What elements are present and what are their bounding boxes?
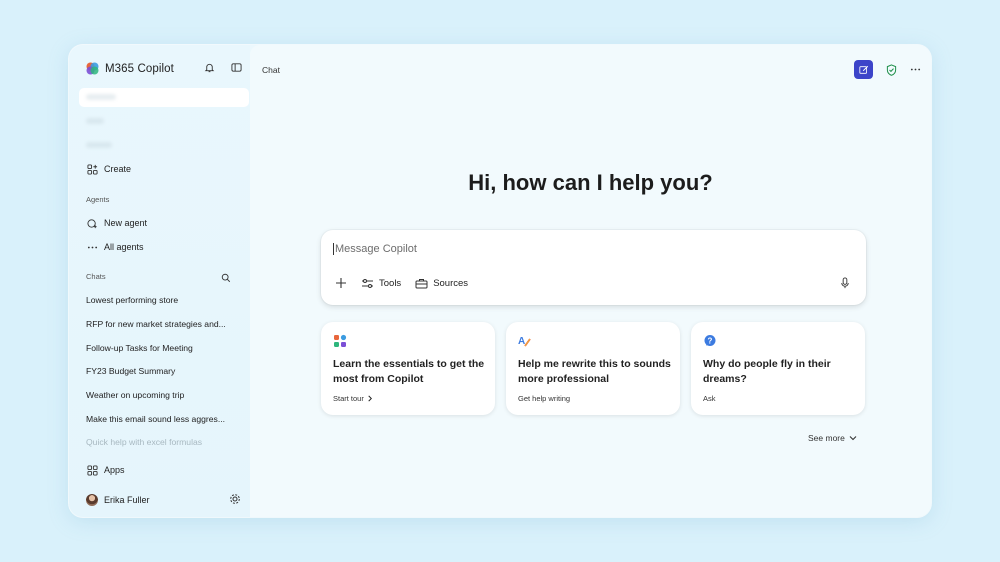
avatar xyxy=(86,494,98,506)
agents-section-label: Agents xyxy=(86,195,110,204)
chat-history-item[interactable]: Make this email sound less aggres... xyxy=(86,414,225,424)
chat-history-item[interactable]: FY23 Budget Summary xyxy=(86,366,175,376)
blurred-item xyxy=(86,118,104,124)
greeting-heading: Hi, how can I help you? xyxy=(468,170,713,195)
chats-section-label: Chats xyxy=(86,272,106,281)
card-title: Why do people fly in their dreams? xyxy=(703,358,831,385)
chat-history-item[interactable]: Lowest performing store xyxy=(86,295,178,305)
message-composer[interactable]: Message Copilot Tools Sources xyxy=(321,230,866,305)
apps-icon xyxy=(86,464,98,476)
sidebar-item-all-agents[interactable]: All agents xyxy=(86,239,144,255)
card-title: Help me rewrite this to sounds more prof… xyxy=(518,358,671,385)
sidebar-item-label: Create xyxy=(104,164,132,174)
microphone-icon[interactable] xyxy=(839,277,851,289)
chevron-right-icon xyxy=(368,395,372,402)
svg-text:?: ? xyxy=(708,337,713,346)
more-dots-icon xyxy=(86,241,98,253)
user-profile[interactable]: Erika Fuller xyxy=(86,492,150,508)
briefcase-icon xyxy=(415,278,428,288)
card-sub-label: Get help writing xyxy=(518,394,571,403)
add-attachment-icon[interactable] xyxy=(335,277,347,289)
message-input[interactable]: Message Copilot xyxy=(333,243,417,255)
svg-text:A: A xyxy=(518,336,525,347)
sidebar-item-apps[interactable]: Apps xyxy=(86,462,125,478)
suggestion-card[interactable]: Learn the essentials to get the most fro… xyxy=(321,322,495,415)
tools-label: Tools xyxy=(379,277,402,289)
question-bubble-icon: ? xyxy=(703,334,717,348)
sources-button[interactable]: Sources xyxy=(415,278,468,289)
new-chat-button[interactable] xyxy=(854,60,873,79)
chat-history-item[interactable]: Weather on upcoming trip xyxy=(86,390,184,400)
blurred-item xyxy=(86,94,116,100)
create-icon xyxy=(86,163,98,175)
bell-icon[interactable] xyxy=(203,61,215,73)
sidebar: M365 Copilot Create Agents New agent All… xyxy=(69,45,250,517)
card-title: Learn the essentials to get the most fro… xyxy=(333,358,485,385)
see-more-button[interactable]: See more xyxy=(808,433,857,443)
new-agent-icon xyxy=(86,217,98,229)
card-sub-label: Start tour xyxy=(333,394,364,403)
compose-icon xyxy=(858,65,868,74)
card-sub-label: Ask xyxy=(703,394,716,403)
sidebar-item-new-agent[interactable]: New agent xyxy=(86,215,147,231)
user-name: Erika Fuller xyxy=(104,495,150,505)
card-sub: Get help writing xyxy=(518,394,570,403)
see-more-label: See more xyxy=(808,433,845,443)
page-title: Chat xyxy=(262,65,280,75)
sources-label: Sources xyxy=(433,277,469,289)
chat-history-item[interactable]: Quick help with excel formulas xyxy=(86,437,202,447)
sidebar-item-label: Apps xyxy=(104,465,125,475)
tools-button[interactable]: Tools xyxy=(361,278,401,289)
search-icon[interactable] xyxy=(220,272,232,284)
chat-history-item[interactable]: RFP for new market strategies and... xyxy=(86,319,226,329)
sidebar-item-label: New agent xyxy=(104,218,148,228)
chevron-down-icon xyxy=(849,436,857,441)
sidebar-item-label: All agents xyxy=(104,242,144,252)
start-tour-link[interactable]: Start tour xyxy=(333,394,373,403)
copilot-logo-icon xyxy=(86,62,99,75)
chat-main: Chat Hi, how can I help you? Message Cop… xyxy=(250,45,931,517)
settings-gear-icon[interactable] xyxy=(229,493,241,505)
more-options-icon[interactable] xyxy=(909,64,921,76)
apps-grid-icon xyxy=(333,334,347,348)
text-edit-icon: A xyxy=(518,334,532,348)
sidebar-toggle-icon[interactable] xyxy=(230,61,242,73)
chat-history-item[interactable]: Follow-up Tasks for Meeting xyxy=(86,343,193,353)
sliders-icon xyxy=(362,278,373,288)
suggestion-card[interactable]: A Help me rewrite this to sounds more pr… xyxy=(506,322,680,415)
suggestion-card[interactable]: ? Why do people fly in their dreams? Ask xyxy=(691,322,865,415)
brand[interactable]: M365 Copilot xyxy=(86,62,174,75)
sidebar-item-create[interactable]: Create xyxy=(86,161,131,177)
blurred-item xyxy=(86,142,112,148)
brand-name: M365 Copilot xyxy=(105,62,174,75)
copilot-window: M365 Copilot Create Agents New agent All… xyxy=(69,45,931,517)
shield-check-icon[interactable] xyxy=(885,63,897,76)
card-sub: Ask xyxy=(703,394,716,403)
